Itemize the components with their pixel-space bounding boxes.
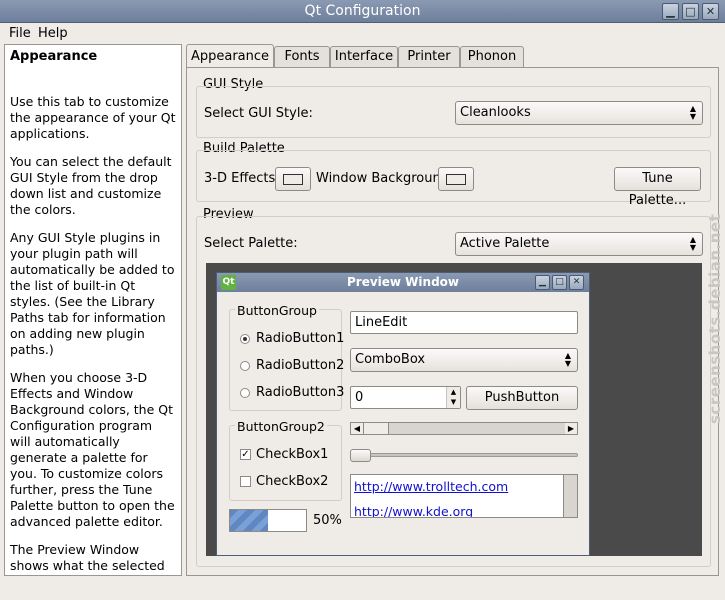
preview-window-titlebar: Qt Preview Window ▁ □ ✕ [217,273,589,292]
radio-button-1[interactable] [240,334,250,344]
menu-bar: File Help [0,23,725,45]
updown-arrow-icon: ▲ ▼ [689,235,697,252]
preview-close-icon[interactable]: ✕ [569,275,584,290]
tab-phonon[interactable]: Phonon [460,46,524,68]
minimize-button[interactable]: ▁ [662,3,679,20]
gui-style-label: Select GUI Style: [204,106,313,121]
window-background-label: Window Background: [316,171,454,186]
scroll-left-arrow-icon[interactable]: ◀ [351,423,363,434]
tab-printer[interactable]: Printer [398,46,460,68]
tab-fonts[interactable]: Fonts [274,46,330,68]
horizontal-scrollbar[interactable]: ◀ ▶ [350,422,578,435]
help-panel: Appearance Use this tab to customize the… [4,44,182,576]
push-button[interactable]: PushButton [466,386,578,410]
radio-button-3[interactable] [240,388,250,398]
radio-label-3: RadioButton3 [256,385,345,400]
vertical-scrollbar[interactable] [563,475,577,517]
checkbox-label-1: CheckBox1 [256,447,329,462]
link-trolltech[interactable]: http://www.trolltech.com [354,479,508,494]
slider-handle[interactable] [350,449,371,462]
help-paragraph: You can select the default GUI Style fro… [10,154,172,217]
window-title: Qt Configuration [304,3,421,19]
preview-combobox[interactable]: ComboBox ▲ ▼ [350,348,578,372]
help-heading: Appearance [10,49,98,64]
preview-window: Qt Preview Window ▁ □ ✕ ButtonGroup Radi… [216,272,590,556]
tab-interface[interactable]: Interface [330,46,398,68]
window-titlebar: Qt Configuration ▁ □ ✕ [0,0,725,23]
menu-file[interactable]: File [9,26,31,41]
preview-window-title: Preview Window [346,275,459,289]
help-paragraph: Any GUI Style plugins in your plugin pat… [10,230,175,357]
select-palette-label: Select Palette: [204,236,298,251]
radio-label-2: RadioButton2 [256,358,345,373]
color-swatch [446,174,466,185]
progress-bar [229,509,307,532]
buttongroup2-frame [229,425,342,501]
checkbox-label-2: CheckBox2 [256,474,329,489]
window-background-color-button[interactable] [438,167,474,191]
help-paragraph: The Preview Window shows what the select… [10,542,170,575]
preview-combobox-value: ComboBox [355,352,426,367]
progress-label: 50% [313,513,342,528]
preview-maximize-icon[interactable]: □ [552,275,567,290]
updown-arrow-icon: ▲ ▼ [564,351,572,368]
spin-arrows-icon[interactable]: ▲ ▼ [446,387,460,408]
progress-fill [230,510,268,531]
radio-label-1: RadioButton1 [256,331,345,346]
watermark-text: screenshots.debian.net [706,213,724,424]
palette-value: Active Palette [460,236,550,251]
color-swatch [283,174,303,185]
tune-palette-button[interactable]: Tune Palette... [614,167,701,208]
help-paragraph: When you choose 3-D Effects and Window B… [10,370,175,529]
text-browser[interactable]: http://www.trolltech.com http://www.kde.… [350,474,578,518]
tab-appearance[interactable]: Appearance [186,44,274,67]
preview-minimize-icon[interactable]: ▁ [535,275,550,290]
scroll-right-arrow-icon[interactable]: ▶ [565,423,577,434]
updown-arrow-icon: ▲ ▼ [689,104,697,121]
spin-box-value: 0 [355,390,364,405]
close-button[interactable]: ✕ [702,3,719,20]
radio-button-2[interactable] [240,361,250,371]
line-edit[interactable]: LineEdit [350,311,578,334]
checkbox-1[interactable]: ✓ [240,449,251,460]
slider-groove[interactable] [350,453,578,457]
menu-help[interactable]: Help [38,26,68,41]
checkbox-2[interactable] [240,476,251,487]
gui-style-combobox[interactable]: Cleanlooks ▲ ▼ [455,101,703,125]
palette-combobox[interactable]: Active Palette ▲ ▼ [455,232,703,256]
buttongroup2-title: ButtonGroup2 [235,419,327,434]
effects-color-button[interactable] [275,167,311,191]
maximize-button[interactable]: □ [682,3,699,20]
watermark: screenshots.debian.net [700,180,724,430]
scrollbar-handle[interactable] [363,423,389,434]
effects-label: 3-D Effects: [204,171,280,186]
help-paragraph: Use this tab to customize the appearance… [10,94,176,141]
buttongroup-title: ButtonGroup [235,303,319,318]
link-kde[interactable]: http://www.kde.org [354,504,473,517]
spin-box[interactable]: 0 ▲ ▼ [350,386,461,409]
gui-style-value: Cleanlooks [460,105,531,120]
